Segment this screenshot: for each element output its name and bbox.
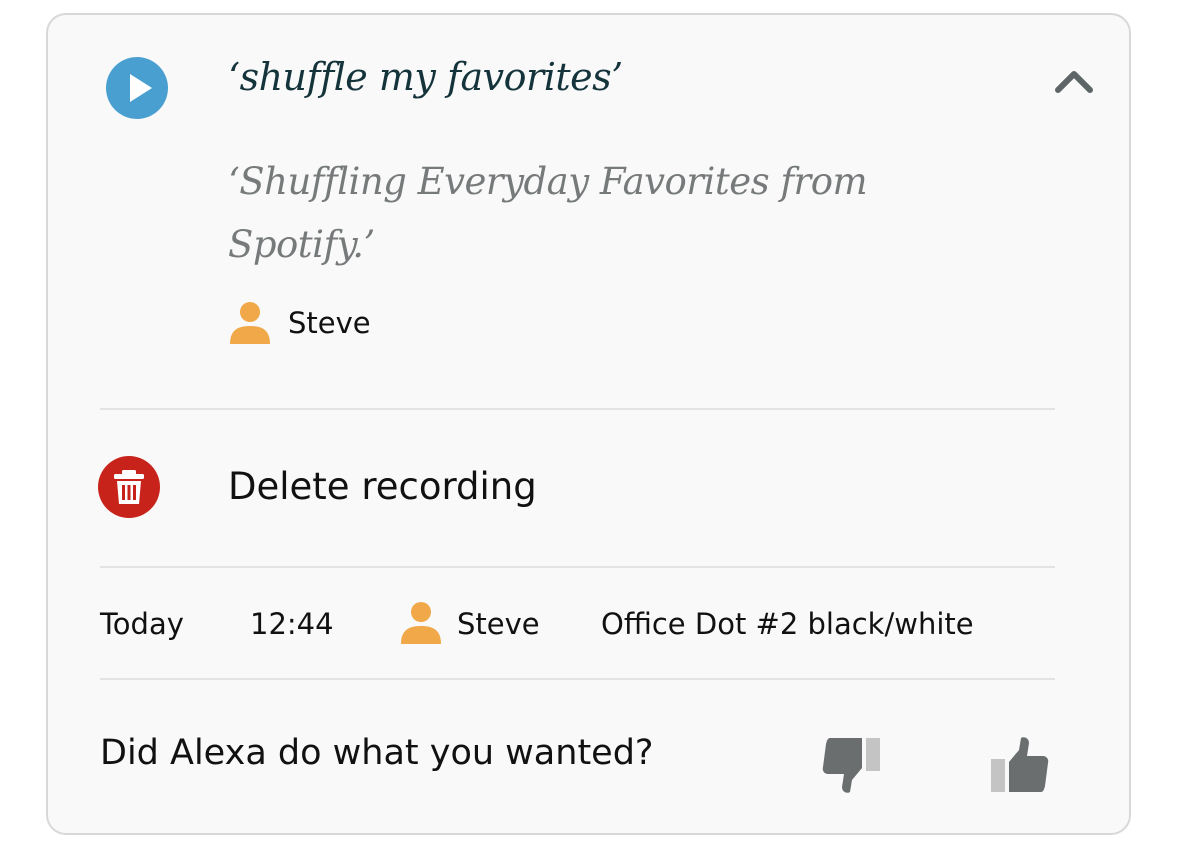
play-button[interactable] xyxy=(106,57,168,119)
thumbs-down-icon xyxy=(822,738,880,793)
collapse-button[interactable] xyxy=(1050,62,1098,102)
thumbs-down-button[interactable] xyxy=(822,734,882,794)
voice-history-card xyxy=(46,13,1131,835)
thumbs-up-button[interactable] xyxy=(989,736,1049,796)
person-icon xyxy=(401,602,441,644)
chevron-up-icon xyxy=(1055,71,1093,93)
divider xyxy=(100,408,1055,410)
divider xyxy=(100,678,1055,680)
speaker-name: Steve xyxy=(288,306,371,340)
play-icon xyxy=(130,74,152,102)
alexa-response-text: ‘Shuffling Everyday Favorites from Spoti… xyxy=(228,160,868,266)
delete-recording-label: Delete recording xyxy=(228,465,537,508)
feedback-question: Did Alexa do what you wanted? xyxy=(100,733,654,773)
utterance-text: ‘shuffle my favorites’ xyxy=(228,55,623,99)
recording-date: Today xyxy=(100,607,184,641)
person-icon xyxy=(230,302,270,344)
delete-icon-circle xyxy=(98,456,160,518)
recording-time: 12:44 xyxy=(250,607,334,641)
recording-speaker: Steve xyxy=(457,607,540,641)
thumbs-up-icon xyxy=(991,737,1049,792)
divider xyxy=(100,566,1055,568)
delete-recording-button[interactable]: Delete recording xyxy=(98,456,698,520)
trash-icon xyxy=(114,470,144,504)
device-name: Office Dot #2 black/white xyxy=(601,607,974,641)
